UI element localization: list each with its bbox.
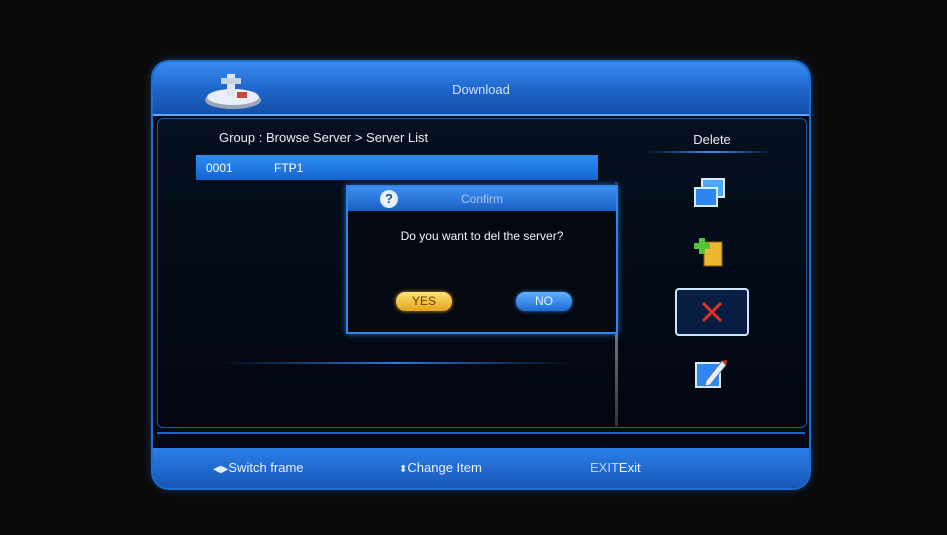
confirm-dialog: ? Confirm Do you want to del the server?…	[346, 185, 618, 334]
windows-icon[interactable]	[692, 176, 728, 212]
server-number: 0001	[206, 161, 233, 175]
no-button[interactable]: NO	[516, 292, 572, 311]
exit-key-label: EXIT	[590, 460, 619, 475]
breadcrumb: Group : Browse Server > Server List	[219, 130, 429, 145]
delete-button[interactable]	[675, 288, 749, 336]
dialog-title: Confirm	[460, 192, 503, 206]
sidebar-title-underline	[648, 151, 774, 153]
add-file-icon[interactable]	[692, 232, 728, 268]
change-item-hint: ⬍Change Item	[399, 460, 482, 475]
title-bar: Download	[153, 62, 809, 116]
dialog-message: Do you want to del the server?	[400, 229, 564, 243]
exit-hint: EXITExit	[590, 460, 641, 475]
exit-label: Exit	[618, 460, 641, 475]
edit-pencil-icon[interactable]	[692, 355, 728, 391]
server-list-row[interactable]: 0001 FTP1	[196, 155, 598, 180]
yes-button[interactable]: YES	[396, 292, 452, 311]
window-title: Download	[452, 82, 510, 97]
server-name: FTP1	[274, 161, 304, 175]
sidebar-title: Delete	[693, 132, 731, 147]
list-separator	[220, 362, 574, 364]
delete-x-icon	[701, 301, 723, 323]
footer-divider	[157, 432, 805, 434]
dialog-header: ? Confirm	[348, 187, 616, 211]
tv-screen: Download ◀▶Switch frame ⬍Change Item EXI…	[0, 0, 947, 535]
footer-hints: ◀▶Switch frame ⬍Change Item EXITExit	[153, 448, 809, 488]
left-right-arrows-icon: ◀▶	[213, 464, 229, 475]
switch-frame-hint: ◀▶Switch frame	[213, 460, 304, 475]
